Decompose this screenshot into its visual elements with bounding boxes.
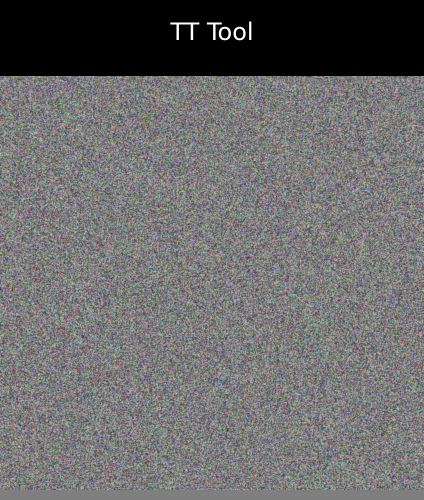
title-bar: TT Tool [0, 0, 424, 76]
noise-image [0, 76, 424, 490]
app-window: TT Tool [0, 0, 424, 500]
window-title: TT Tool [170, 18, 254, 46]
bottom-strip [0, 490, 424, 500]
